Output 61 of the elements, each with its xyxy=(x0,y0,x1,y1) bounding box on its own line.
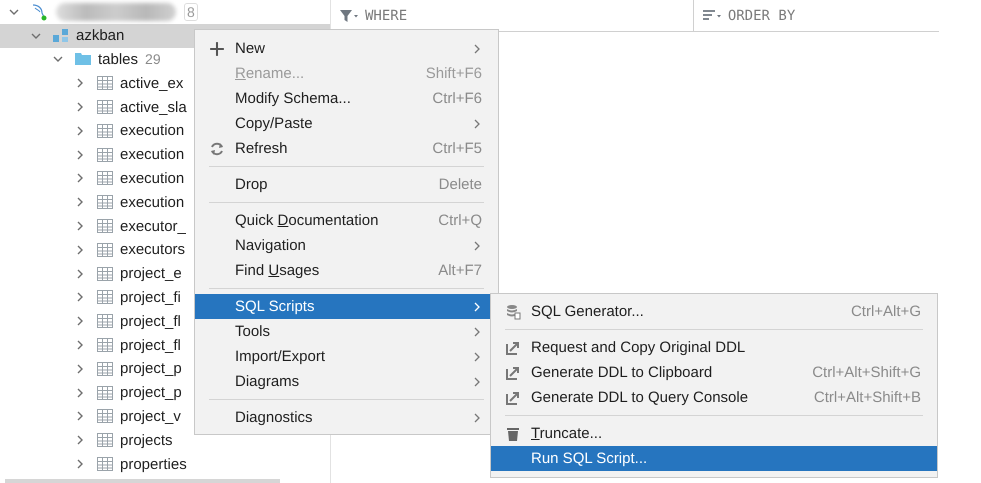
table-icon xyxy=(96,455,114,474)
tree-item-label[interactable]: project_p xyxy=(120,360,182,378)
tree-item-label[interactable]: azkban xyxy=(76,27,124,44)
schema-icon xyxy=(52,26,70,45)
menu-item[interactable]: Copy/Paste xyxy=(195,111,498,136)
menu-item[interactable]: Find Usages Alt+F7 xyxy=(195,258,498,283)
tree-item-label[interactable]: project_fl xyxy=(120,336,181,354)
tree-item-label[interactable]: projects xyxy=(120,432,173,449)
table-icon xyxy=(96,169,114,188)
menu-item[interactable]: Quick Documentation Ctrl+Q xyxy=(195,208,498,233)
scrollbar[interactable] xyxy=(5,479,280,483)
tree-item-label[interactable]: execution xyxy=(120,146,184,164)
menu-item[interactable]: Modify Schema... Ctrl+F6 xyxy=(195,86,498,111)
tree-item-label[interactable]: project_fl xyxy=(120,312,181,330)
table-icon xyxy=(96,431,114,450)
tree-item-label[interactable]: tables xyxy=(98,50,138,68)
table-icon xyxy=(96,336,114,354)
plus-icon xyxy=(209,40,225,56)
tree-item-label[interactable]: active_ex xyxy=(120,74,184,92)
export-icon xyxy=(505,340,521,356)
tree-item-label[interactable]: execution xyxy=(120,122,184,140)
tree-row[interactable]: properties xyxy=(0,452,330,476)
menu-item[interactable]: Run SQL Script... xyxy=(491,446,937,471)
table-icon xyxy=(96,193,114,212)
table-icon xyxy=(96,217,114,236)
export-icon xyxy=(505,364,521,380)
table-icon xyxy=(96,288,114,306)
count-badge: 8 xyxy=(184,2,198,21)
tree-item-label[interactable]: executors xyxy=(120,241,186,258)
table-icon xyxy=(96,384,114,402)
tree-item-label[interactable]: project_p xyxy=(120,384,182,402)
tree-item-label[interactable]: project_e xyxy=(120,265,182,282)
menu-item[interactable]: Refresh Ctrl+F5 xyxy=(195,136,498,161)
tree-item-label[interactable]: project_v xyxy=(120,408,181,425)
export-icon xyxy=(505,390,521,406)
tree-item-label[interactable]: project_fi xyxy=(120,288,181,306)
table-icon xyxy=(96,146,114,164)
where-field[interactable]: WHERE xyxy=(365,8,408,24)
tree-item-label[interactable]: active_sla xyxy=(120,98,187,116)
filter-icon[interactable] xyxy=(339,8,359,24)
order-by-field[interactable]: ORDER BY xyxy=(728,8,796,24)
tree-item-label[interactable]: execution xyxy=(120,170,184,187)
table-icon xyxy=(96,122,114,140)
tree-item-label[interactable]: properties xyxy=(120,456,187,473)
table-icon xyxy=(96,312,114,330)
table-icon xyxy=(96,360,114,378)
menu-item[interactable]: Navigation xyxy=(195,233,498,258)
tree-item-label[interactable]: execution xyxy=(120,194,184,211)
menu-item[interactable]: Drop Delete xyxy=(195,172,498,197)
item-count: 29 xyxy=(145,51,161,68)
tree-row[interactable]: projects xyxy=(0,428,330,452)
database-icon xyxy=(505,304,521,320)
tree-item-label[interactable]: executor_ xyxy=(120,218,186,235)
table-icon xyxy=(96,74,114,92)
table-icon xyxy=(96,407,114,426)
table-icon xyxy=(96,98,114,116)
table-icon xyxy=(96,264,114,283)
table-icon xyxy=(96,240,114,259)
database-connection-icon xyxy=(30,2,48,21)
trash-icon xyxy=(505,426,521,442)
refresh-icon xyxy=(209,140,225,156)
